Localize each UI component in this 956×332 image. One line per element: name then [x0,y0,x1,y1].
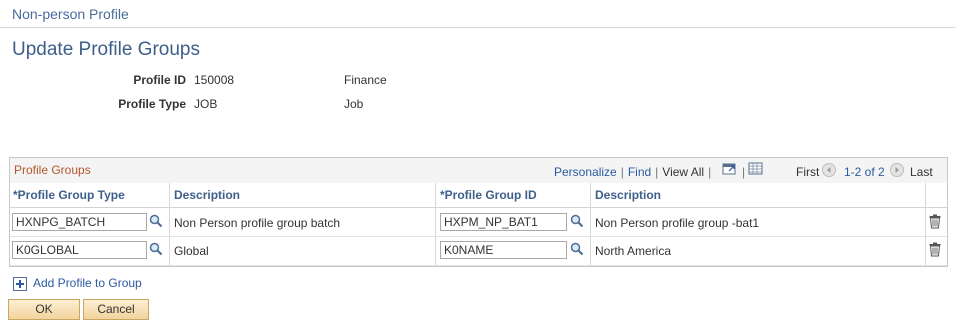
personalize-link[interactable]: Personalize [554,165,617,179]
view-all-link[interactable]: View All [662,165,704,179]
add-profile-to-group-link[interactable]: Add Profile to Group [33,276,142,290]
new-window-icon[interactable] [722,162,738,176]
profile-group-type-input[interactable]: K0GLOBAL [12,241,147,259]
page-title: Update Profile Groups [12,39,200,60]
column-header-row: *Profile Group Type Description *Profile… [10,183,947,208]
profile-type-value: JOB [194,97,218,111]
nav-separator: | [708,165,712,179]
profile-id-description: Finance [344,73,387,87]
trash-icon[interactable] [929,214,941,229]
magnifier-icon[interactable] [570,214,584,228]
profile-type-description: Job [344,97,364,111]
profile-group-id-description: North America [595,244,672,258]
component-title: Non-person Profile [12,6,129,22]
cancel-button[interactable]: Cancel [83,299,149,320]
top-bar: Non-person Profile [0,0,956,28]
grid-header: Profile Groups Personalize | Find | View All… [10,158,947,184]
profile-id-value: 150008 [194,73,235,87]
next-page-icon[interactable] [890,163,904,177]
nav-separator: | [655,165,659,179]
profile-type-label: Profile Type [118,97,186,111]
profile-group-id-description: Non Person profile group -bat1 [595,216,760,230]
last-label: Last [910,165,933,179]
profile-id-label: Profile ID [133,73,186,87]
magnifier-icon[interactable] [149,214,163,228]
column-header-profile-group-type: *Profile Group Type [13,188,125,202]
grid-navigation: Personalize | Find | View All | [554,165,715,179]
magnifier-icon[interactable] [149,242,163,256]
ok-button[interactable]: OK [8,299,80,320]
profile-group-type-description: Global [174,244,209,258]
nav-separator: | [620,165,624,179]
profile-group-id-input[interactable]: K0NAME [440,241,567,259]
grid-title: Profile Groups [14,163,91,177]
download-spreadsheet-icon[interactable] [748,162,764,176]
column-header-profile-group-id: *Profile Group ID [440,188,537,202]
plus-icon[interactable] [13,277,27,291]
page-range: 1-2 of 2 [844,165,885,179]
profile-group-type-description: Non Person profile group batch [174,216,341,230]
previous-page-icon[interactable] [822,163,836,177]
table-row: K0GLOBAL Global K0NAME North America [10,237,947,266]
profile-groups-grid: Profile Groups Personalize | Find | View All… [9,157,948,267]
table-row: HXNPG_BATCH Non Person profile group bat… [10,208,947,237]
magnifier-icon[interactable] [570,242,584,256]
trash-icon[interactable] [929,242,941,257]
profile-group-id-input[interactable]: HXPM_NP_BAT1 [440,213,567,231]
first-label: First [796,165,820,179]
find-link[interactable]: Find [628,165,651,179]
column-header-description: Description [595,188,662,202]
profile-group-type-input[interactable]: HXNPG_BATCH [12,213,147,231]
column-header-description: Description [174,188,241,202]
